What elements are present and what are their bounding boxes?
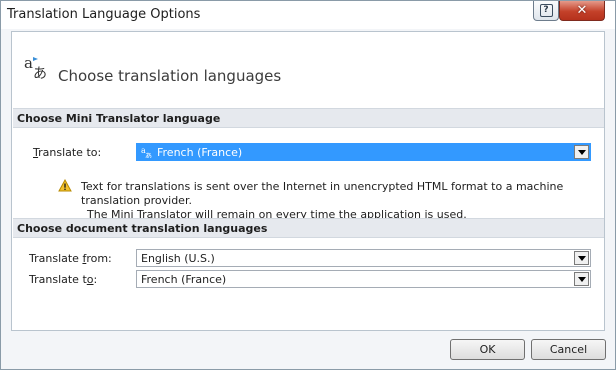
- section-document-translation: Choose document translation languages: [13, 218, 604, 238]
- ok-button[interactable]: OK: [450, 339, 525, 360]
- close-button[interactable]: ✕: [559, 1, 605, 21]
- mini-translator-language-select[interactable]: a あ French (France): [136, 143, 591, 161]
- dialog-heading: Choose translation languages: [58, 67, 282, 85]
- translate-from-select[interactable]: English (U.S.): [136, 249, 591, 267]
- dropdown-arrow-icon[interactable]: [574, 251, 589, 265]
- svg-text:a: a: [24, 54, 33, 72]
- svg-text:あ: あ: [33, 66, 47, 80]
- close-icon: ✕: [576, 3, 588, 18]
- dropdown-arrow-icon[interactable]: [574, 145, 589, 159]
- select-value: English (U.S.): [141, 252, 215, 265]
- section-title: Choose document translation languages: [17, 222, 268, 235]
- translate-from-label: Translate from:: [29, 252, 112, 265]
- window-title: Translation Language Options: [7, 7, 201, 22]
- svg-text:あ: あ: [145, 152, 152, 158]
- section-title: Choose Mini Translator language: [17, 112, 221, 125]
- section-mini-translator: Choose Mini Translator language: [13, 108, 604, 128]
- translate-to-select[interactable]: French (France): [136, 270, 591, 288]
- translate-icon: a あ: [141, 146, 152, 158]
- help-icon: ?: [539, 4, 553, 17]
- translation-warning: Text for translations is sent over the I…: [81, 180, 611, 222]
- warning-icon: [58, 179, 72, 192]
- translate-to-label: Translate to:: [33, 146, 102, 159]
- select-value: French (France): [157, 146, 243, 159]
- cancel-button[interactable]: Cancel: [531, 339, 606, 360]
- warning-line-1: Text for translations is sent over the I…: [81, 180, 564, 207]
- select-value: French (France): [141, 273, 227, 286]
- help-button[interactable]: ?: [533, 1, 559, 21]
- dialog-content: a あ Choose translation languages Choose …: [11, 31, 605, 331]
- dialog-window: Translation Language Options ? ✕ a あ Cho…: [0, 0, 616, 370]
- translate-icon: a あ: [24, 54, 47, 80]
- title-bar[interactable]: Translation Language Options ? ✕: [1, 1, 615, 29]
- translate-to-doc-label: Translate to:: [29, 273, 98, 286]
- dropdown-arrow-icon[interactable]: [574, 272, 589, 286]
